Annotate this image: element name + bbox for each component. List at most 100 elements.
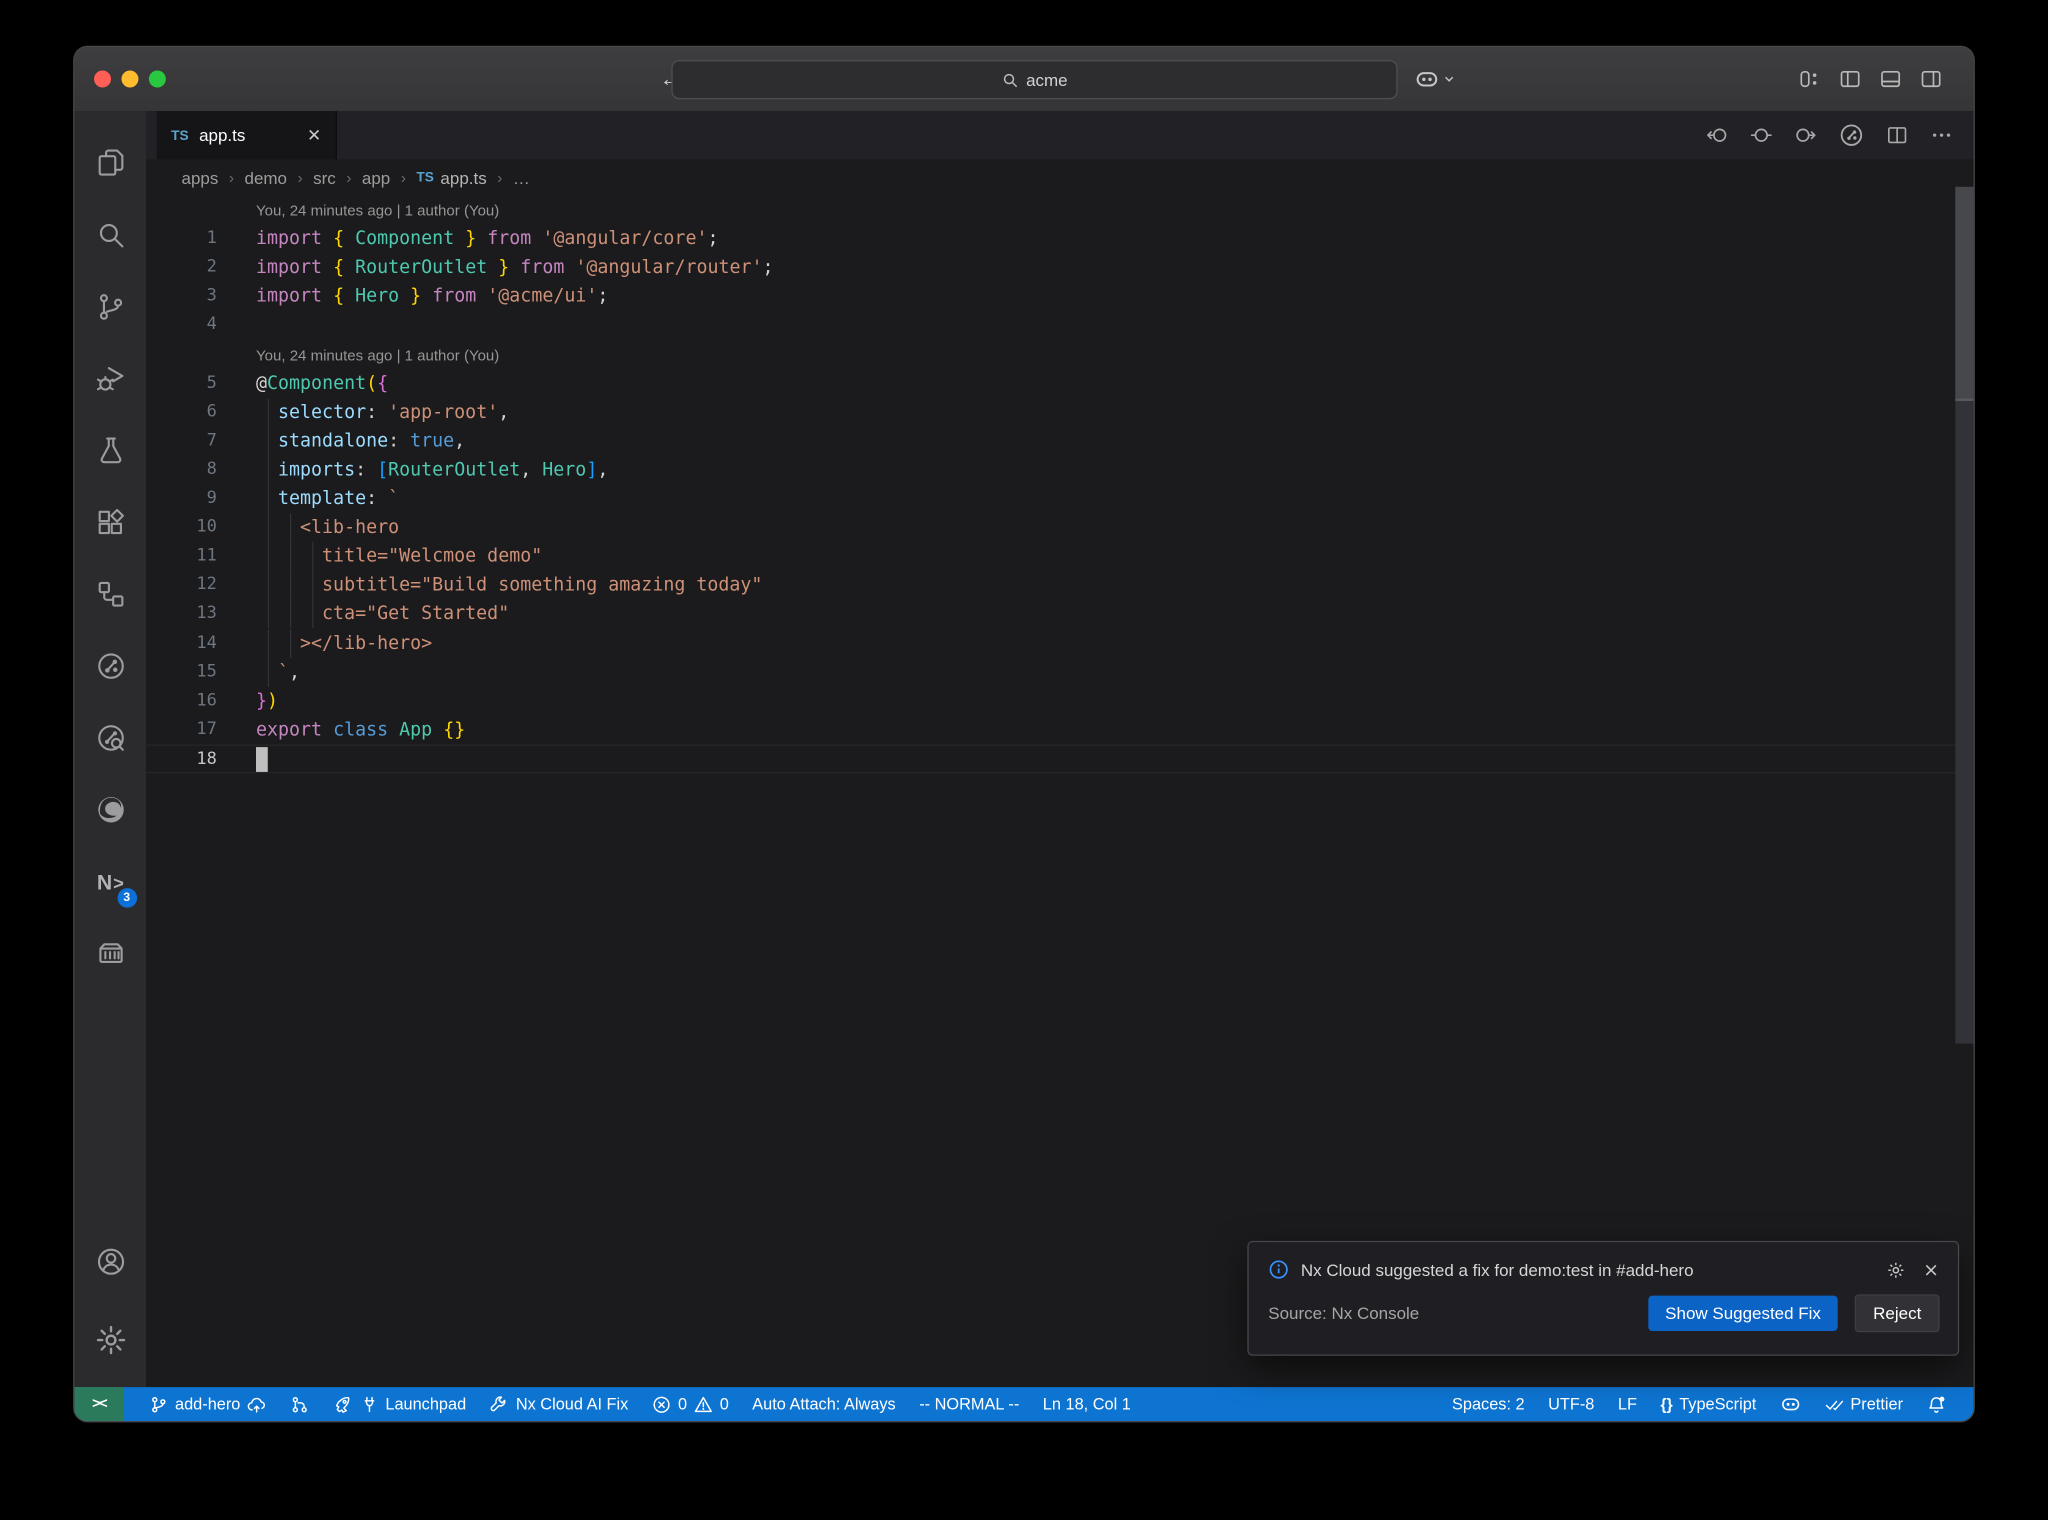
git-graph-status[interactable] [278, 1387, 321, 1421]
code-line[interactable]: 2 import { RouterOutlet } from '@angular/… [146, 254, 1973, 283]
code-line[interactable]: 14 ></lib-hero> [146, 628, 1973, 658]
line-number[interactable]: 14 [146, 629, 216, 658]
show-suggested-fix-button[interactable]: Show Suggested Fix [1648, 1295, 1838, 1331]
remote-indicator[interactable]: >< [74, 1387, 125, 1422]
branch-status[interactable]: add-hero [137, 1387, 278, 1421]
close-tab-icon[interactable]: ✕ [307, 125, 321, 146]
breadcrumb-segment[interactable]: apps [182, 168, 219, 188]
panel-bottom-icon[interactable] [1880, 68, 1902, 90]
codelens-row[interactable]: You, 24 minutes ago | 1 author (You) [146, 340, 1973, 369]
line-number[interactable]: 10 [146, 513, 216, 542]
codelens-blame[interactable]: You, 24 minutes ago | 1 author (You) [256, 196, 499, 225]
nav-forward-icon[interactable] [1795, 124, 1817, 146]
line-number[interactable]: 4 [146, 311, 217, 340]
editor-scrollbar[interactable] [1955, 186, 1974, 1044]
codelens-blame[interactable]: You, 24 minutes ago | 1 author (You) [256, 340, 499, 369]
scrollbar-thumb[interactable] [1955, 186, 1974, 399]
breadcrumb-segment[interactable]: app [362, 168, 390, 188]
activity-item-testing[interactable] [82, 422, 139, 479]
code-line[interactable]: 15 `, [146, 657, 1973, 687]
copilot-menu[interactable] [1415, 47, 1457, 111]
line-number[interactable]: 7 [146, 427, 217, 456]
panel-left-icon[interactable] [1839, 68, 1861, 90]
line-number[interactable]: 1 [146, 225, 217, 254]
line-number[interactable]: 12 [146, 571, 216, 600]
vim-mode-status[interactable]: -- NORMAL -- [907, 1387, 1031, 1421]
reject-button[interactable]: Reject [1854, 1294, 1940, 1333]
activity-item-extensions[interactable] [82, 494, 139, 551]
code-line[interactable]: 12 subtitle="Build something amazing tod… [146, 571, 1973, 601]
line-number[interactable]: 11 [146, 542, 216, 571]
line-number[interactable]: 8 [146, 456, 217, 485]
activity-item-settings[interactable] [82, 1311, 139, 1368]
notification-settings-gear-icon[interactable] [1886, 1260, 1906, 1280]
close-window-button[interactable] [94, 70, 112, 88]
line-number[interactable]: 5 [146, 369, 217, 398]
cursor-position-status[interactable]: Ln 18, Col 1 [1031, 1387, 1143, 1421]
activity-item-accounts[interactable] [82, 1233, 139, 1290]
problems-status[interactable]: 00 [640, 1387, 740, 1421]
activity-item-nx-console[interactable]: N >3 [82, 853, 139, 910]
command-center-search[interactable]: acme [671, 60, 1398, 100]
code-line[interactable]: 17 export class App {} [146, 715, 1973, 744]
activity-item-run-target[interactable] [82, 637, 139, 694]
activity-item-edge-browser[interactable] [82, 781, 139, 838]
activity-item-project-structure[interactable] [82, 566, 139, 623]
code-line[interactable]: 6 selector: 'app-root', [146, 397, 1973, 427]
code-line[interactable]: 7 standalone: true, [146, 426, 1973, 456]
code-line[interactable]: 13 cta="Get Started" [146, 600, 1973, 629]
run-circle-icon[interactable] [1839, 123, 1864, 148]
activity-item-target-search[interactable] [82, 709, 139, 766]
formatter-status[interactable]: Prettier [1813, 1387, 1915, 1421]
breadcrumb-segment[interactable]: src [313, 168, 336, 188]
tab-app-ts[interactable]: TS app.ts ✕ [156, 111, 337, 160]
line-number[interactable]: 18 [146, 746, 216, 775]
nx-cloud-ai-fix-status[interactable]: Nx Cloud AI Fix [478, 1387, 640, 1421]
more-actions-icon[interactable] [1930, 124, 1952, 146]
code-line[interactable]: 16}) [146, 687, 1973, 716]
code-line[interactable]: 3 import { Hero } from '@acme/ui'; [146, 283, 1973, 312]
line-number[interactable]: 3 [146, 283, 217, 312]
line-number[interactable]: 15 [146, 658, 216, 687]
line-number[interactable]: 9 [146, 485, 217, 514]
codelens-row[interactable]: You, 24 minutes ago | 1 author (You) [146, 196, 1973, 225]
split-editor-icon[interactable] [1886, 124, 1908, 146]
code-line[interactable]: 8 imports: [RouterOutlet, Hero], [146, 455, 1973, 485]
line-number[interactable]: 2 [146, 254, 217, 283]
code-line[interactable]: 9 template: ` [146, 484, 1973, 514]
zoom-window-button[interactable] [148, 70, 166, 88]
code-line[interactable]: 1 import { Component } from '@angular/cor… [146, 225, 1973, 254]
notification-close-icon[interactable] [1923, 1261, 1940, 1278]
line-number[interactable]: 6 [146, 398, 217, 427]
language-status[interactable]: {} TypeScript [1649, 1387, 1768, 1421]
code-editor[interactable]: You, 24 minutes ago | 1 author (You) 1 imp… [146, 195, 1974, 1388]
panel-right-icon[interactable] [1920, 68, 1942, 90]
breadcrumb-segment[interactable]: demo [245, 168, 287, 188]
minimize-window-button[interactable] [121, 70, 139, 88]
auto-attach-status[interactable]: Auto Attach: Always [741, 1387, 908, 1421]
indentation-status[interactable]: Spaces: 2 [1440, 1387, 1536, 1421]
code-line[interactable]: 4 [146, 311, 1973, 340]
activity-item-explorer[interactable] [82, 135, 139, 192]
line-number[interactable]: 13 [146, 600, 216, 629]
customize-layout-icon[interactable] [1799, 68, 1821, 90]
activity-item-containers[interactable] [82, 925, 139, 982]
line-number[interactable]: 16 [146, 687, 216, 716]
code-line[interactable]: 10 <lib-hero [146, 513, 1973, 543]
copilot-status[interactable] [1768, 1387, 1812, 1421]
code-line[interactable]: 5 @Component({ [146, 369, 1973, 398]
activity-item-search[interactable] [82, 206, 139, 263]
code-line[interactable]: 18 [146, 744, 1974, 775]
nav-position-icon[interactable] [1750, 124, 1772, 146]
nav-back-icon[interactable] [1706, 124, 1728, 146]
breadcrumb-file[interactable]: TS app.ts [416, 168, 486, 188]
activity-item-source-control[interactable] [82, 278, 139, 335]
encoding-status[interactable]: UTF-8 [1536, 1387, 1606, 1421]
launchpad-status[interactable]: Launchpad [321, 1387, 478, 1421]
activity-item-run-and-debug[interactable] [82, 350, 139, 407]
breadcrumb-overflow[interactable]: … [513, 168, 530, 188]
notifications-bell[interactable] [1915, 1387, 1958, 1421]
code-line[interactable]: 11 title="Welcmoe demo" [146, 542, 1973, 572]
eol-status[interactable]: LF [1606, 1387, 1649, 1421]
line-number[interactable]: 17 [146, 715, 216, 744]
